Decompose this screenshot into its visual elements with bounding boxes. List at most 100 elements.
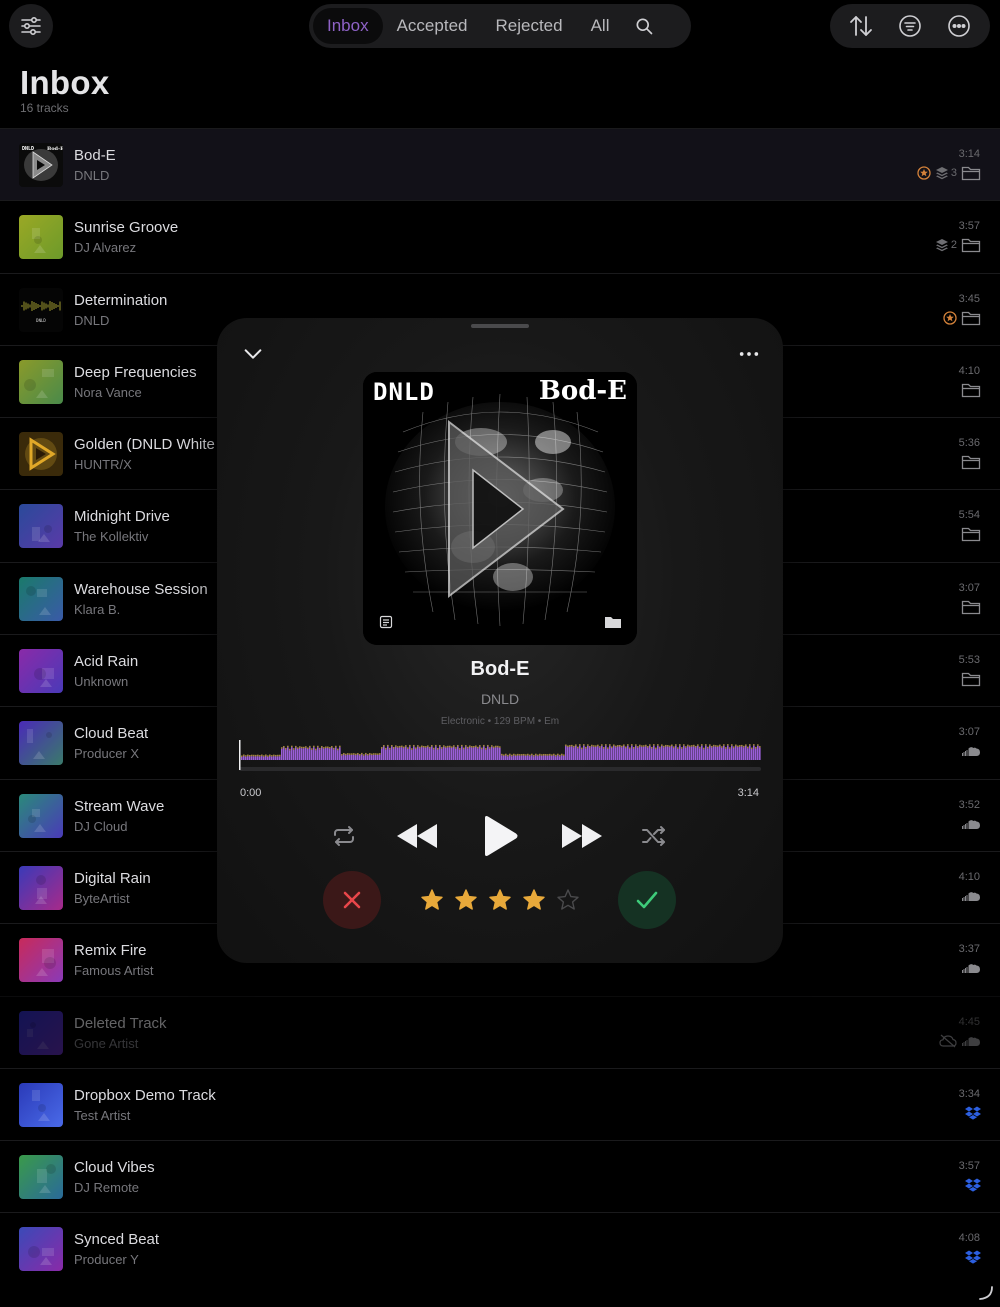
track-badges (943, 310, 981, 326)
star-badge-icon (943, 310, 957, 325)
track-artist: Test Artist (74, 1107, 131, 1123)
track-duration: 3:57 (958, 1160, 980, 1173)
star-4-button[interactable] (522, 888, 546, 912)
player-track-artist: DNLD (480, 691, 520, 707)
repeat-button[interactable] (330, 823, 358, 849)
filter-list-button[interactable] (890, 6, 930, 46)
track-artist: The Kollektiv (74, 529, 149, 545)
track-duration: 5:54 (958, 509, 980, 522)
star-3-button[interactable] (488, 888, 512, 912)
cloud-off-icon (939, 1034, 957, 1048)
tab-all[interactable]: All (577, 8, 624, 44)
search-button[interactable] (624, 8, 664, 44)
track-row[interactable]: Cloud Vibes DJ Remote 3:57 (0, 1140, 1000, 1212)
tab-accepted[interactable]: Accepted (383, 8, 482, 44)
star-1-button[interactable] (420, 888, 444, 912)
accept-button[interactable] (618, 871, 676, 929)
sheet-grabber[interactable] (471, 324, 529, 328)
page-title: Inbox (20, 64, 110, 101)
track-title: Sunrise Groove (74, 219, 179, 237)
artwork-graphic (363, 372, 637, 645)
more-options-button[interactable] (939, 6, 979, 46)
filter-lines-icon (899, 15, 921, 37)
notes-button[interactable] (379, 615, 393, 629)
shuffle-button[interactable] (640, 823, 668, 849)
toolbar-actions (830, 4, 990, 48)
star-2-button[interactable] (454, 888, 478, 912)
tab-rejected[interactable]: Rejected (481, 8, 576, 44)
filter-settings-button[interactable] (9, 4, 53, 48)
folder-icon[interactable] (961, 599, 981, 615)
track-duration: 3:14 (958, 148, 980, 160)
rewind-button[interactable] (395, 820, 439, 852)
track-artwork-thumbnail (19, 865, 63, 910)
chevron-down-icon (244, 349, 262, 359)
track-row[interactable]: DNLD Bod-E Bod-E DNLD 3:14 3 (0, 128, 1000, 201)
track-artist: Gone Artist (74, 1035, 139, 1051)
track-artwork-thumbnail (19, 1227, 63, 1272)
track-badges: 2 (935, 237, 981, 253)
track-artwork-thumbnail (19, 576, 63, 621)
track-duration: 3:07 (958, 581, 980, 594)
folder-icon[interactable] (961, 671, 981, 687)
track-title: Acid Rain (74, 653, 139, 671)
track-title: Dropbox Demo Track (74, 1086, 216, 1104)
track-duration: 3:34 (958, 1087, 980, 1100)
status-tabs: Inbox Accepted Rejected All (309, 4, 691, 48)
resize-handle-icon[interactable] (978, 1285, 994, 1301)
folder-icon[interactable] (961, 165, 981, 181)
artwork-title: Bod-E (538, 376, 627, 406)
track-badges (961, 599, 981, 615)
dropbox-icon (965, 1178, 981, 1192)
folder-icon[interactable] (961, 454, 981, 470)
play-icon (485, 816, 518, 856)
track-row[interactable]: Dropbox Demo Track Test Artist 3:34 (0, 1067, 1000, 1140)
track-badges (961, 960, 981, 976)
play-button[interactable] (479, 812, 521, 860)
playback-controls (217, 812, 783, 860)
track-title: Synced Beat (74, 1231, 160, 1249)
star-badge-icon (917, 166, 931, 180)
track-row[interactable]: Sunrise Groove DJ Alvarez 3:57 2 (0, 200, 1000, 272)
track-artwork-thumbnail (19, 359, 63, 404)
track-duration: 5:36 (958, 437, 980, 450)
folder-icon[interactable] (961, 310, 981, 326)
waveform-scrubber[interactable] (239, 740, 761, 780)
folder-icon (605, 617, 621, 628)
track-badges (961, 816, 981, 832)
total-time: 3:14 (737, 787, 759, 799)
track-duration: 3:45 (958, 292, 980, 305)
track-artist: DNLD (74, 168, 110, 183)
track-artwork-thumbnail (19, 649, 63, 694)
reject-button[interactable] (323, 871, 381, 929)
track-duration: 4:08 (958, 1232, 980, 1245)
folder-icon[interactable] (961, 526, 981, 542)
track-duration: 4:45 (958, 1015, 980, 1028)
collapse-button[interactable] (239, 340, 267, 368)
track-artwork-thumbnail (19, 1010, 63, 1055)
sort-button[interactable] (841, 6, 881, 46)
star-icon (523, 889, 545, 910)
track-duration: 3:07 (958, 726, 980, 739)
track-badges (965, 1249, 981, 1265)
player-more-button[interactable] (735, 340, 763, 368)
svg-text:DNLD: DNLD (22, 146, 34, 152)
track-title: Stream Wave (74, 797, 165, 815)
fast-forward-button[interactable] (560, 820, 604, 852)
artwork-logo: DNLD (373, 378, 435, 406)
track-artist: Famous Artist (74, 963, 154, 979)
folder-icon[interactable] (961, 237, 981, 253)
rating-row (217, 871, 783, 931)
artwork-folder-button[interactable] (604, 615, 622, 629)
player-track-meta: Electronic • 129 BPM • Em (440, 716, 560, 727)
track-title: Deep Frequencies (74, 363, 197, 381)
folder-icon[interactable] (961, 382, 981, 398)
track-title: Determination (74, 291, 168, 309)
track-row[interactable]: Synced Beat Producer Y 4:08 (0, 1212, 1000, 1284)
star-5-button[interactable] (556, 888, 580, 912)
tab-inbox[interactable]: Inbox (313, 8, 383, 44)
shuffle-icon (642, 826, 665, 846)
track-duration: 3:37 (958, 943, 980, 956)
track-row[interactable]: Deleted Track Gone Artist 4:45 (0, 995, 1000, 1068)
track-artist: Unknown (74, 674, 129, 690)
